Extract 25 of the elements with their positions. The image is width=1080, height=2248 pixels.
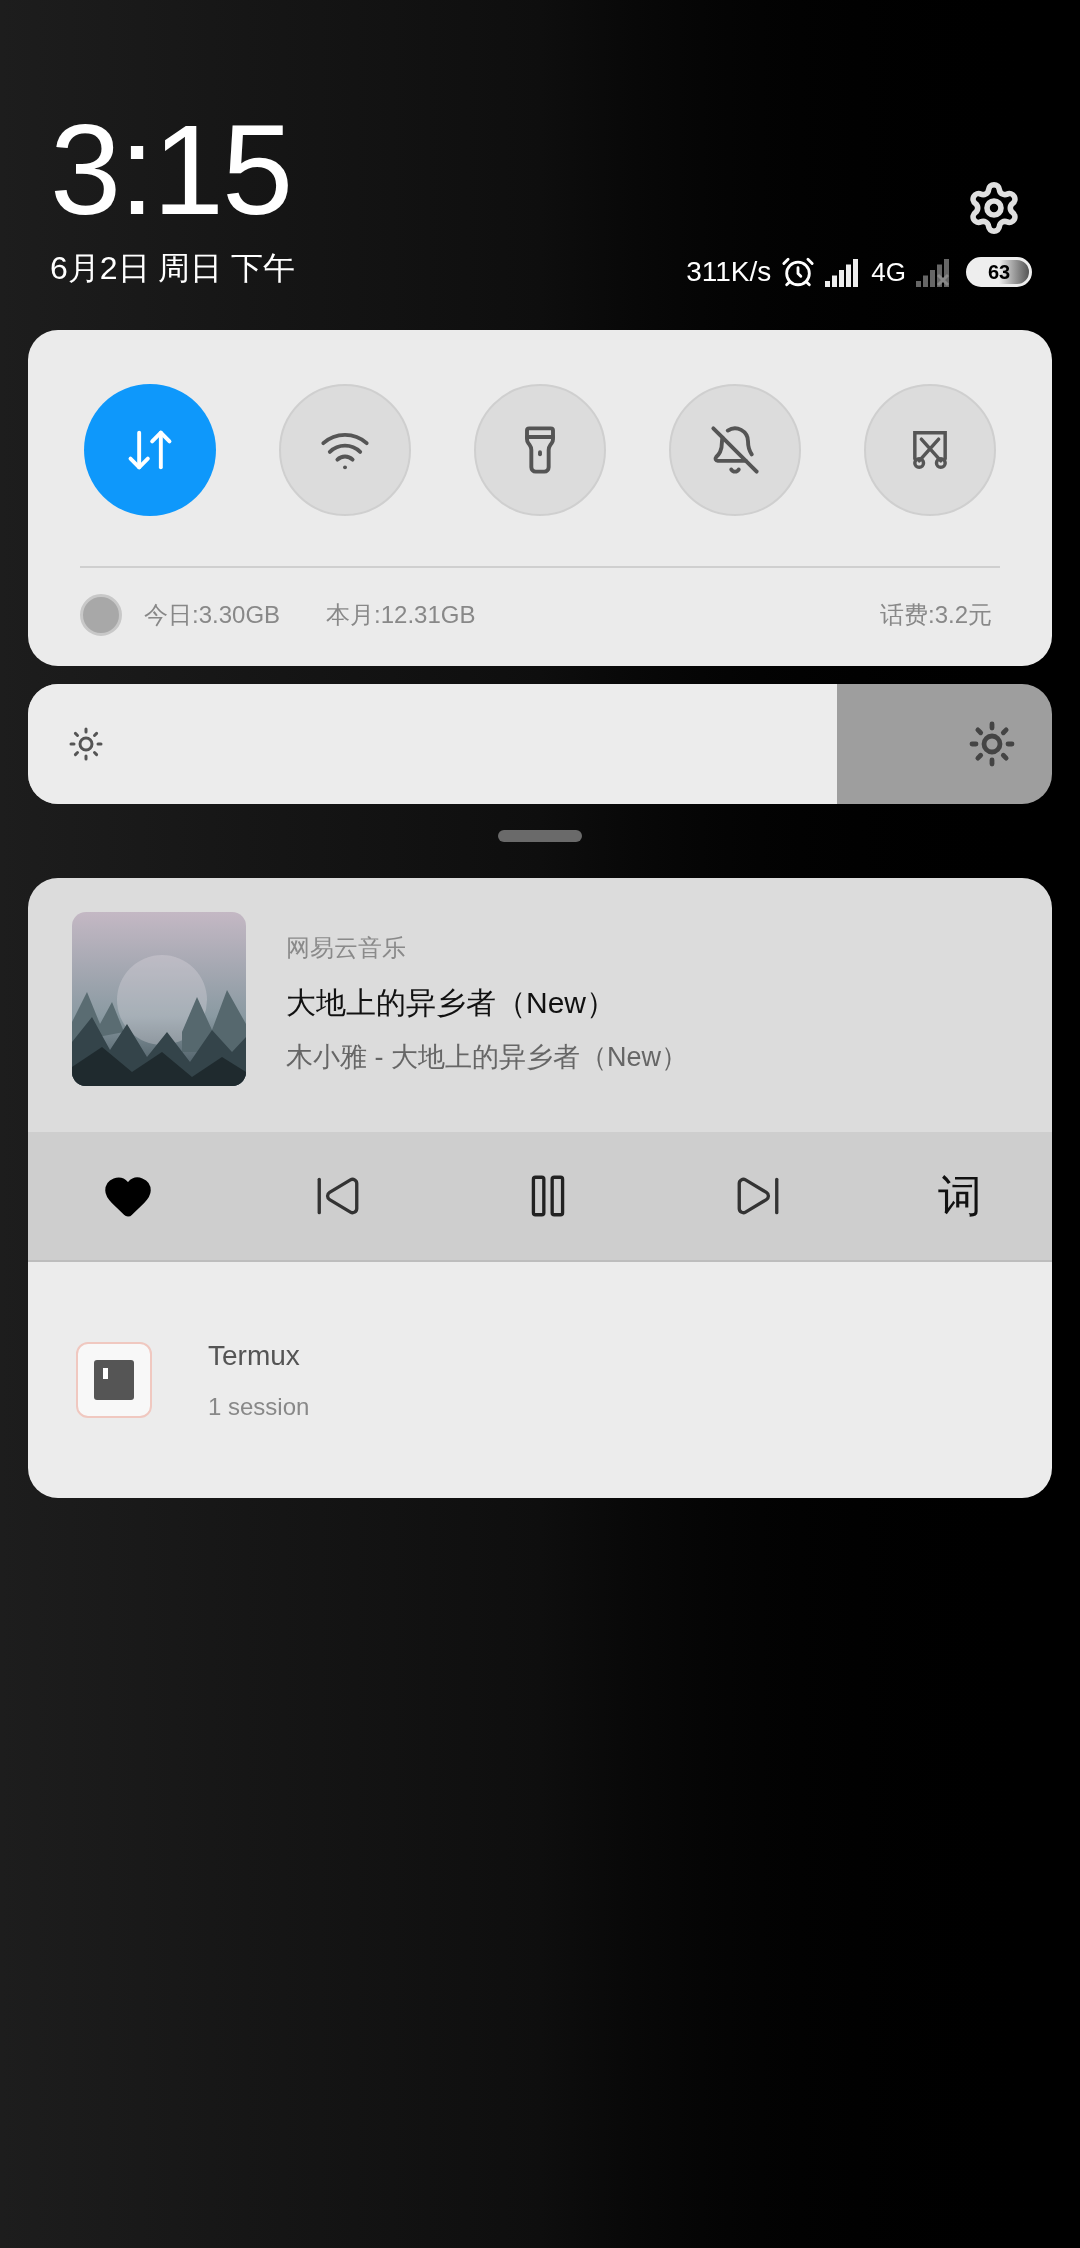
drag-handle[interactable] (498, 830, 582, 842)
network-speed: 311K/s (686, 255, 772, 289)
terminal-app-icon (76, 1342, 152, 1418)
song-artist: 木小雅 - 大地上的异乡者（New） (286, 1041, 688, 1074)
data-usage-indicator (80, 594, 122, 636)
month-usage: 本月:12.31GB (326, 600, 476, 630)
alarm-icon (781, 255, 816, 289)
bell-off-icon (709, 424, 761, 476)
app-name: 网易云音乐 (286, 933, 407, 963)
lyrics-button[interactable]: 词 (938, 1174, 982, 1218)
signal-off-icon (916, 257, 952, 287)
date-text: 6月2日 周日 下午 (50, 249, 296, 288)
battery-indicator: 63 (966, 257, 1032, 287)
today-usage: 今日:3.30GB (144, 600, 281, 630)
media-notification[interactable]: 网易云音乐 大地上的异乡者（New） 木小雅 - 大地上的异乡者（New） 词 (28, 878, 1052, 1262)
notification-title: Termux (208, 1339, 301, 1373)
clock-time: 3:15 (50, 100, 293, 240)
brightness-slider[interactable] (28, 684, 1052, 804)
brightness-high-icon (968, 720, 1016, 768)
phone-fee: 话费:3.2元 (879, 600, 992, 630)
network-type: 4G (871, 255, 906, 289)
app-notification[interactable]: Termux 1 session (28, 1262, 1052, 1498)
brightness-low-icon (68, 726, 104, 762)
song-title: 大地上的异乡者（New） (286, 985, 617, 1021)
notification-text: 1 session (208, 1392, 310, 1422)
